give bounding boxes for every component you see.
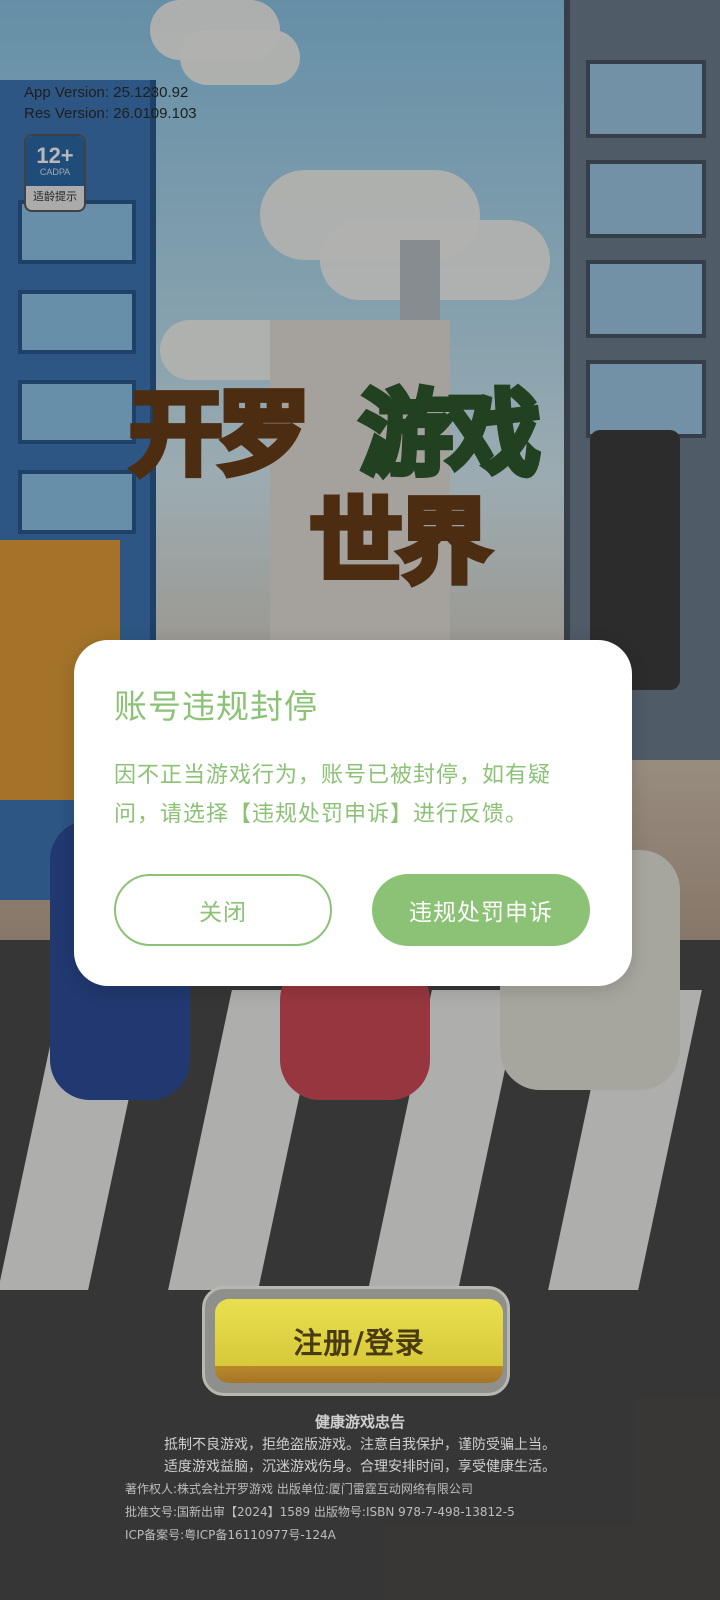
login-button-frame: 注册/登录 (202, 1286, 510, 1396)
ban-dialog: 账号违规封停 因不正当游戏行为，账号已被封停，如有疑问，请选择【违规处罚申诉】进… (74, 640, 632, 986)
health-notice: 健康游戏忠告 抵制不良游戏，拒绝盗版游戏。注意自我保护，谨防受骗上当。 适度游戏… (0, 1410, 720, 1547)
register-login-button[interactable]: 注册/登录 (215, 1299, 503, 1383)
approval-text: 批准文号:国新出审【2024】1589 出版物号:ISBN 978-7-498-… (125, 1505, 515, 1519)
close-button[interactable]: 关闭 (114, 874, 332, 946)
dialog-title: 账号违规封停 (114, 687, 318, 726)
health-notice-line: 适度游戏益脑，沉迷游戏伤身。合理安排时间，享受健康生活。 (164, 1459, 556, 1475)
health-notice-heading: 健康游戏忠告 (314, 1413, 405, 1431)
copyright-text: 著作权人:株式会社开罗游戏 出版单位:厦门雷霆互动网络有限公司 (125, 1482, 473, 1496)
icp-text: ICP备案号:粤ICP备16110977号-124A (125, 1528, 336, 1542)
appeal-button[interactable]: 违规处罚申诉 (372, 874, 590, 946)
dialog-message: 因不正当游戏行为，账号已被封停，如有疑问，请选择【违规处罚申诉】进行反馈。 (114, 763, 552, 827)
health-notice-line: 抵制不良游戏，拒绝盗版游戏。注意自我保护，谨防受骗上当。 (164, 1437, 556, 1453)
